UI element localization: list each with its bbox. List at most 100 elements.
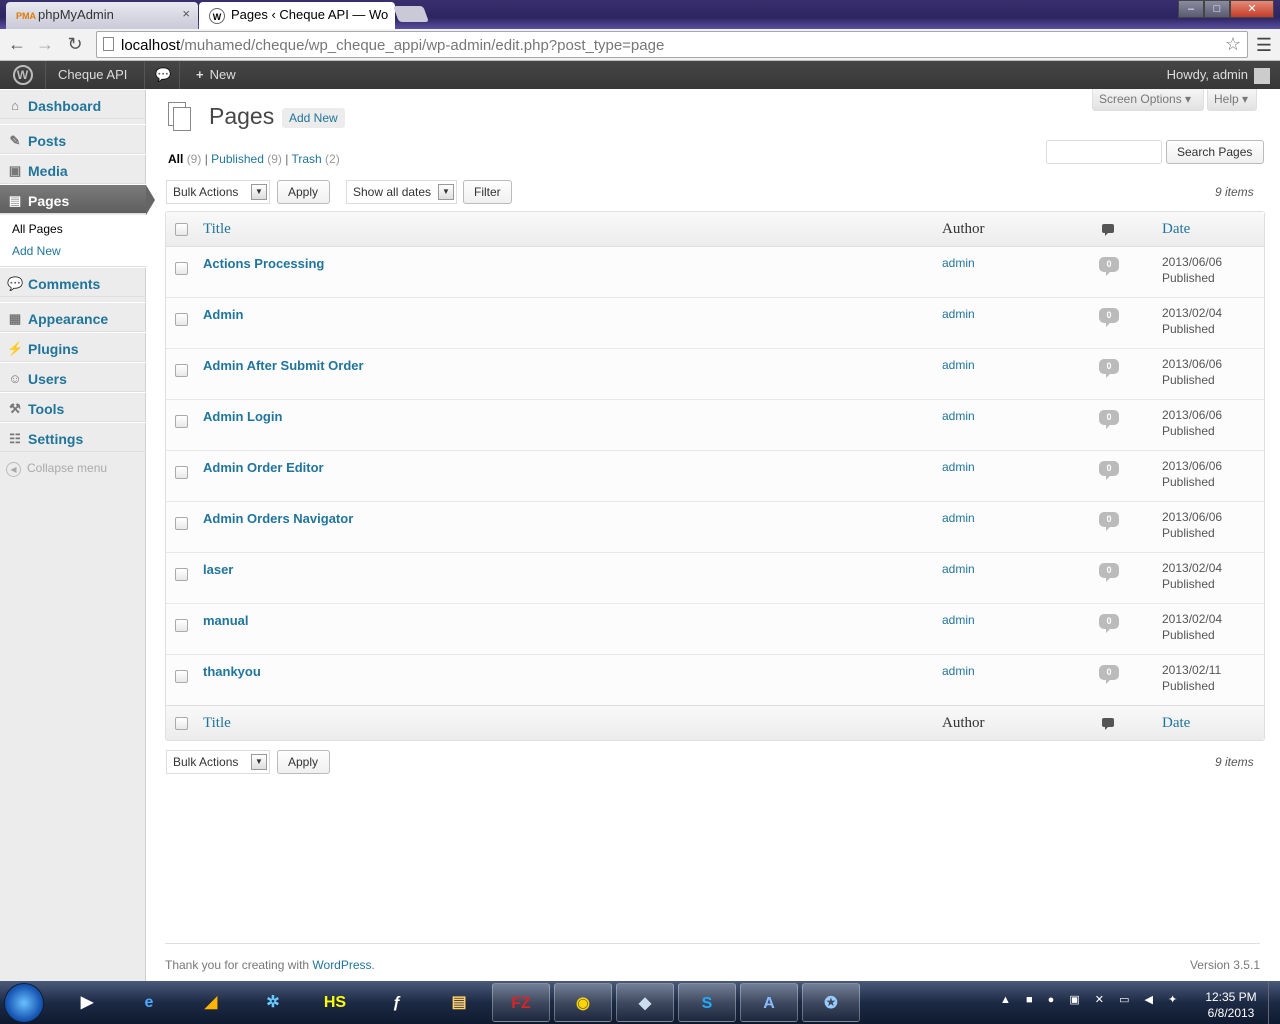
row-title-link[interactable]: Admin Login [203,409,282,424]
wordpress-logo-icon[interactable]: W [0,61,46,89]
back-arrow-icon[interactable]: ← [6,33,28,55]
row-title-link[interactable]: Admin Orders Navigator [203,511,353,526]
search-pages-button[interactable]: Search Pages [1166,140,1264,164]
system-clock[interactable]: 12:35 PM 6/8/2013 [1196,989,1266,1021]
comment-count-badge[interactable]: 0 [1099,614,1119,633]
column-title[interactable]: Title [203,221,231,238]
virtualbox-icon[interactable]: ◆ [616,983,674,1022]
collapse-menu-button[interactable]: ◀ Collapse menu [6,461,107,477]
document-app-icon[interactable]: A [740,983,798,1022]
new-content-button[interactable]: + New [186,61,246,89]
tab-pages[interactable]: W Pages ‹ Cheque API — Wo [199,2,395,29]
internet-explorer-icon[interactable]: e [120,983,178,1022]
comment-count-badge[interactable]: 0 [1099,410,1119,429]
comments-bubble-icon[interactable]: 💬 [144,61,180,89]
row-title-link[interactable]: Admin Order Editor [203,460,324,475]
select-all-checkbox[interactable] [175,223,188,236]
media-player-icon[interactable]: ▶ [58,983,116,1022]
row-author-link[interactable]: admin [942,613,975,627]
row-title-link[interactable]: Admin [203,307,243,322]
filter-published[interactable]: Published [211,152,264,166]
search-input[interactable] [1046,140,1162,164]
row-title-link[interactable]: laser [203,562,233,577]
sidebar-item-appearance[interactable]: ▦ Appearance [0,302,146,332]
filezilla-icon[interactable]: FZ [492,983,550,1022]
row-checkbox[interactable] [175,364,188,377]
row-checkbox[interactable] [175,415,188,428]
forward-arrow-icon[interactable]: → [34,33,56,55]
account-menu[interactable]: Howdy, admin [1157,61,1280,89]
file-explorer-icon[interactable]: ▤ [430,983,488,1022]
bulk-actions-select-bottom[interactable]: Bulk Actions ▼ [166,750,270,774]
row-author-link[interactable]: admin [942,460,975,474]
bookmark-star-icon[interactable]: ☆ [1225,34,1241,55]
row-title-link[interactable]: Admin After Submit Order [203,358,364,373]
tab-phpmyadmin[interactable]: PMA phpMyAdmin × [6,2,198,29]
show-desktop-button[interactable] [1268,981,1280,1024]
sidebar-item-settings[interactable]: ☷ Settings [0,422,146,452]
row-checkbox[interactable] [175,313,188,326]
row-title-link[interactable]: Actions Processing [203,256,324,271]
column-title-footer[interactable]: Title [203,715,231,732]
chrome-menu-icon[interactable]: ☰ [1256,35,1272,56]
chrome-icon[interactable]: ◉ [554,983,612,1022]
screen-options-button[interactable]: Screen Options ▾ [1092,89,1204,111]
sidebar-item-plugins[interactable]: ⚡ Plugins [0,332,146,362]
maximize-icon[interactable]: □ [1204,0,1230,18]
row-checkbox[interactable] [175,619,188,632]
row-checkbox[interactable] [175,670,188,683]
comment-count-badge[interactable]: 0 [1099,665,1119,684]
submenu-all-pages[interactable]: All Pages [12,222,63,236]
row-title-link[interactable]: thankyou [203,664,261,679]
network-app-icon[interactable]: ✲ [244,983,302,1022]
wordpress-link[interactable]: WordPress [312,958,371,972]
sidebar-item-comments[interactable]: 💬 Comments [0,267,146,297]
minimize-icon[interactable]: – [1178,0,1204,18]
row-author-link[interactable]: admin [942,307,975,321]
close-window-icon[interactable]: ✕ [1230,0,1274,18]
safari-icon[interactable]: ✪ [802,983,860,1022]
address-bar[interactable]: localhost/muhamed/cheque/wp_cheque_appi/… [96,31,1248,58]
skype-icon[interactable]: S [678,983,736,1022]
submenu-add-new[interactable]: Add New [12,244,61,258]
row-author-link[interactable]: admin [942,511,975,525]
comment-count-badge[interactable]: 0 [1099,563,1119,582]
row-checkbox[interactable] [175,262,188,275]
row-author-link[interactable]: admin [942,358,975,372]
sidebar-item-pages[interactable]: ▤ Pages [0,184,155,215]
comment-count-badge[interactable]: 0 [1099,461,1119,480]
comment-count-badge[interactable]: 0 [1099,512,1119,531]
apply-button-top[interactable]: Apply [277,180,330,204]
sidebar-item-tools[interactable]: ⚒ Tools [0,392,146,422]
help-button[interactable]: Help ▾ [1207,89,1257,111]
row-author-link[interactable]: admin [942,562,975,576]
system-tray-icons[interactable]: ▲ ■ ● ▣ ✕ ▭ ◀ ✦ [1000,993,1183,1006]
close-icon[interactable]: × [182,6,190,21]
filter-trash[interactable]: Trash [291,152,321,166]
dates-select[interactable]: Show all dates ▼ [346,180,457,204]
hs-app-icon[interactable]: HS [306,983,364,1022]
row-checkbox[interactable] [175,568,188,581]
column-date[interactable]: Date [1162,221,1190,238]
add-new-page-button[interactable]: Add New [282,108,345,128]
filter-button[interactable]: Filter [463,180,512,204]
row-author-link[interactable]: admin [942,409,975,423]
sidebar-item-posts[interactable]: ✎ Posts [0,124,146,154]
sidebar-item-dashboard[interactable]: ⌂ Dashboard [0,89,146,119]
row-checkbox[interactable] [175,517,188,530]
site-name-link[interactable]: Cheque API [48,61,137,89]
row-author-link[interactable]: admin [942,256,975,270]
editor-app-icon[interactable]: ƒ [368,983,426,1022]
new-tab-button[interactable] [393,6,429,22]
sidebar-item-media[interactable]: ▣ Media [0,154,146,184]
comment-count-badge[interactable]: 0 [1099,359,1119,378]
reload-icon[interactable]: ↻ [64,33,86,55]
app-launcher-icon[interactable]: ◢ [182,983,240,1022]
row-author-link[interactable]: admin [942,664,975,678]
start-button[interactable] [4,983,44,1023]
filter-all[interactable]: All [168,152,183,166]
select-all-checkbox-footer[interactable] [175,717,188,730]
sidebar-item-users[interactable]: ☺ Users [0,362,146,392]
row-checkbox[interactable] [175,466,188,479]
bulk-actions-select-top[interactable]: Bulk Actions ▼ [166,180,270,204]
